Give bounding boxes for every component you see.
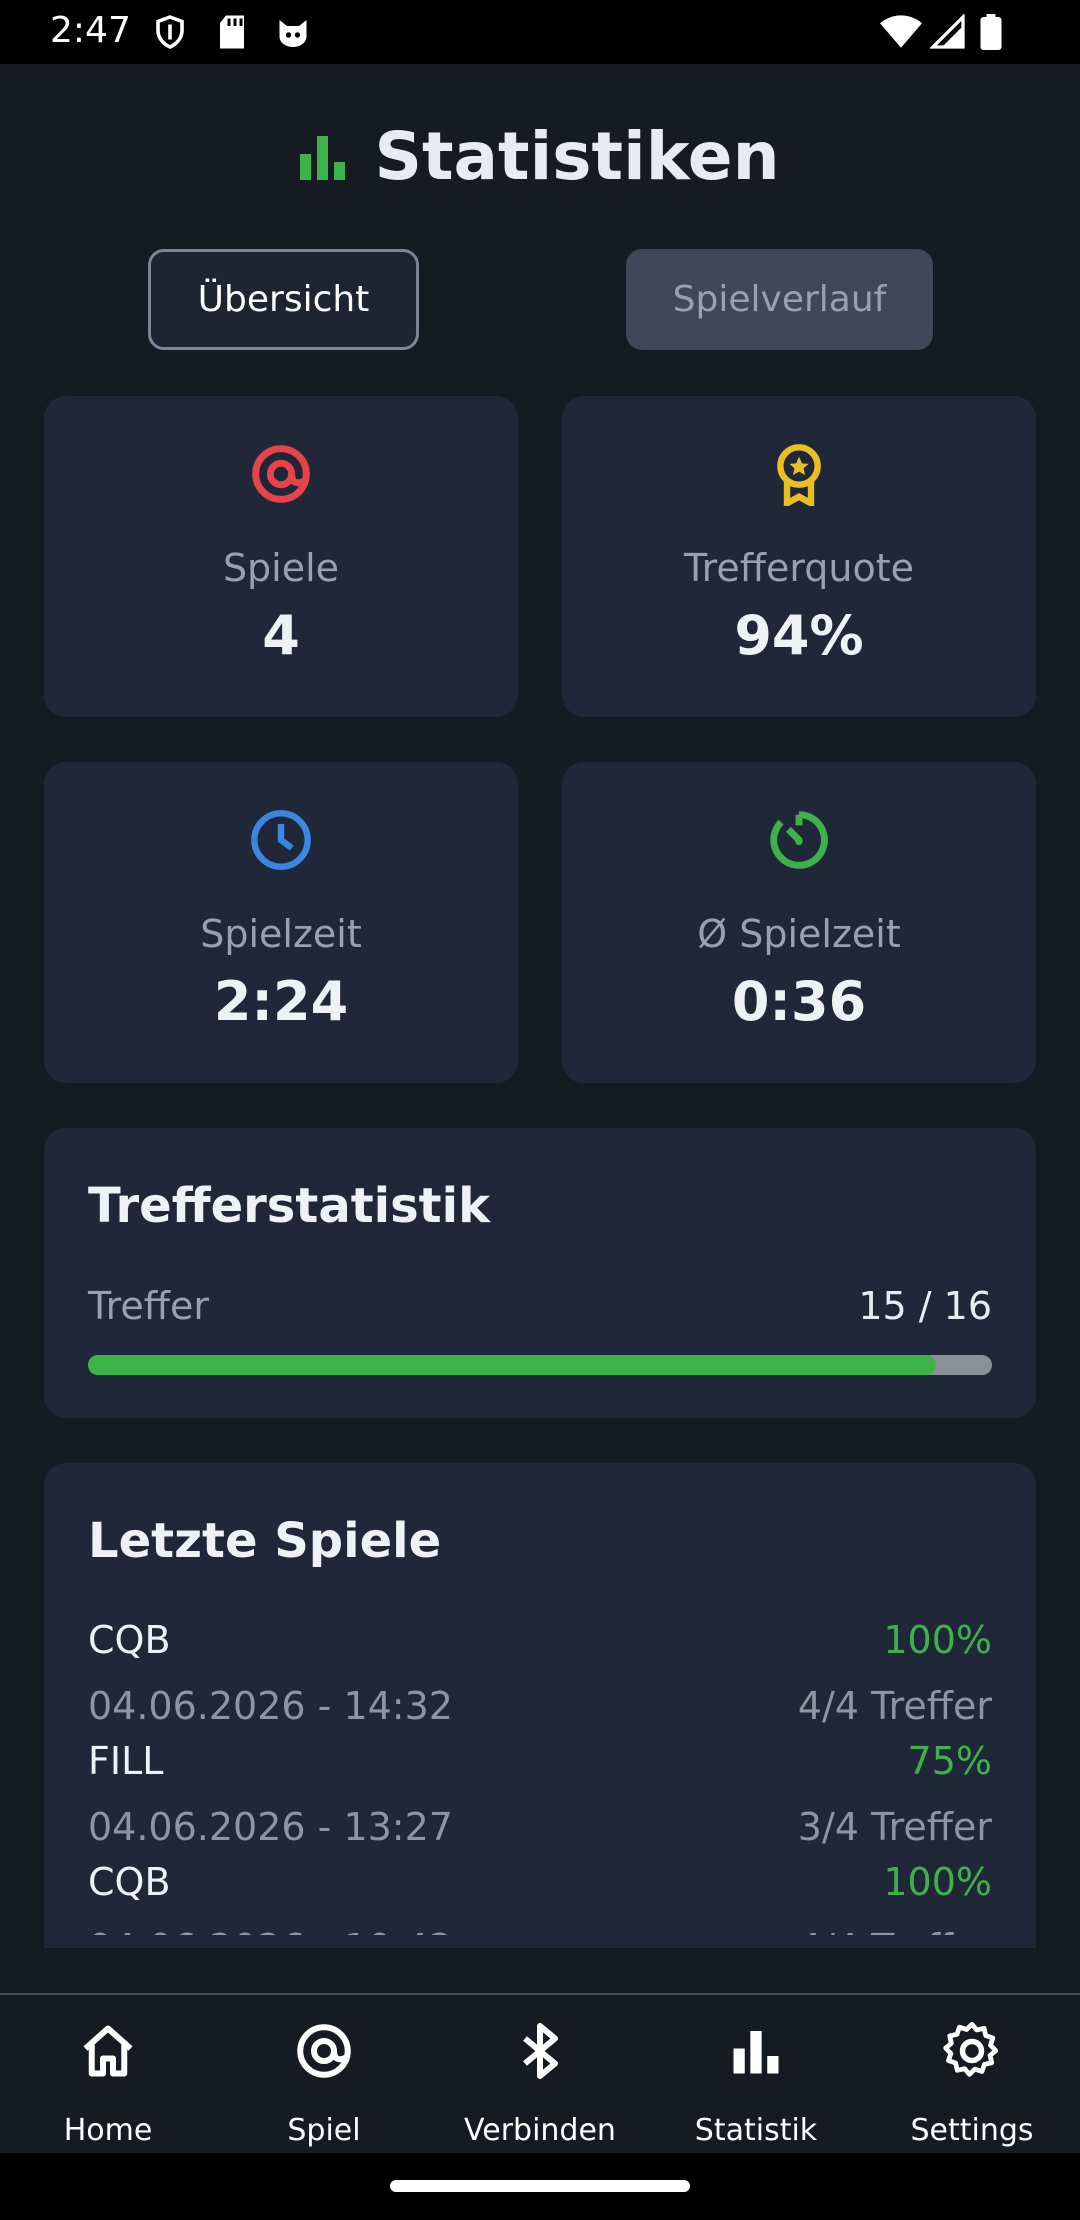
- game-mode: FILL: [88, 1739, 164, 1783]
- nav-home[interactable]: Home: [0, 1995, 216, 2155]
- cat-icon: [279, 20, 307, 47]
- nav-label: Home: [63, 2113, 153, 2148]
- nav-connect[interactable]: Verbinden: [432, 1995, 648, 2155]
- page-title: Statistiken: [374, 117, 780, 195]
- game-hit-rate: 100%: [883, 1860, 992, 1904]
- nav-settings[interactable]: Settings: [864, 1995, 1080, 2155]
- clock-icon: [251, 810, 311, 870]
- stat-label: Trefferquote: [683, 546, 915, 590]
- game-date: 04.06.2026 - 10:42: [88, 1926, 453, 1935]
- bluetooth-icon: [523, 2023, 558, 2079]
- stat-label: Ø Spielzeit: [697, 912, 901, 956]
- gear-icon: [943, 2021, 999, 2077]
- timer-icon: [770, 811, 828, 869]
- nav-game[interactable]: Spiel: [216, 1995, 432, 2155]
- target-icon: [297, 2024, 351, 2078]
- nav-label: Statistik: [694, 2113, 818, 2148]
- hit-progress-bar: [88, 1355, 992, 1375]
- tab-overview[interactable]: Übersicht: [148, 249, 419, 350]
- game-hit-rate: 100%: [883, 1618, 992, 1662]
- home-gesture-handle[interactable]: [390, 2180, 690, 2192]
- stat-value: 4: [262, 604, 300, 667]
- nav-label: Spiel: [287, 2113, 361, 2148]
- stat-value: 94%: [734, 604, 864, 667]
- page-header: Statistiken: [0, 110, 1080, 202]
- tab-game-history[interactable]: Spielverlauf: [626, 249, 933, 350]
- stat-card-playtime: Spielzeit 2:24: [44, 762, 518, 1083]
- nav-label: Verbinden: [464, 2113, 616, 2148]
- battery-icon: [980, 14, 1002, 50]
- shield-icon: [156, 15, 184, 49]
- stat-card-games: Spiele 4: [44, 396, 518, 717]
- game-mode: CQB: [88, 1860, 171, 1904]
- stat-card-hit-rate: Trefferquote 94%: [562, 396, 1036, 717]
- game-mode: CQB: [88, 1618, 171, 1662]
- stat-value: 0:36: [731, 970, 867, 1033]
- status-time: 2:47: [50, 10, 131, 51]
- recent-games-title: Letzte Spiele: [88, 1513, 442, 1569]
- status-bar: 2:47: [0, 0, 1080, 64]
- hit-stats-title: Trefferstatistik: [88, 1178, 490, 1234]
- stat-label: Spielzeit: [200, 912, 362, 956]
- bar-chart-icon: [733, 2031, 779, 2074]
- game-date: 04.06.2026 - 13:27: [88, 1805, 453, 1849]
- gesture-area: [0, 2153, 1080, 2220]
- stat-card-avg-playtime: Ø Spielzeit 0:36: [562, 762, 1036, 1083]
- hit-stats-card: Trefferstatistik Treffer 15 / 16: [44, 1128, 1036, 1418]
- list-item[interactable]: FILL 75% 04.06.2026 - 13:27 3/4 Treffer: [88, 1739, 992, 1860]
- bottom-nav: Home Spiel Verbinden Statistik Settings: [0, 1993, 1080, 2153]
- award-icon: [777, 444, 821, 506]
- hit-count: 15 / 16: [858, 1284, 992, 1328]
- home-icon: [83, 2025, 133, 2077]
- game-hits: 4/4 Treffer: [798, 1926, 992, 1935]
- game-hit-rate: 75%: [907, 1739, 992, 1783]
- stat-label: Spiele: [222, 546, 340, 590]
- nav-label: Settings: [910, 2113, 1034, 2148]
- target-icon: [252, 445, 310, 503]
- game-date: 04.06.2026 - 14:32: [88, 1684, 453, 1728]
- list-item[interactable]: CQB 100% 04.06.2026 - 14:32 4/4 Treffer: [88, 1618, 992, 1739]
- hit-label: Treffer: [88, 1284, 209, 1328]
- wifi-icon: [880, 15, 922, 48]
- game-hits: 3/4 Treffer: [797, 1805, 992, 1849]
- signal-icon: [930, 14, 965, 49]
- game-hits: 4/4 Treffer: [797, 1684, 992, 1728]
- list-item[interactable]: CQB 100% 04.06.2026 - 10:42 4/4 Treffer: [88, 1860, 992, 1935]
- screen: 2:47 Statistiken Übersicht Spielverlauf …: [0, 0, 1080, 2220]
- nav-statistics[interactable]: Statistik: [648, 1995, 864, 2155]
- hit-progress-fill: [88, 1355, 936, 1375]
- bar-chart-icon: [300, 136, 346, 180]
- sd-card-icon: [220, 15, 244, 49]
- stat-value: 2:24: [213, 970, 349, 1033]
- recent-games-card: Letzte Spiele CQB 100% 04.06.2026 - 14:3…: [44, 1463, 1036, 1948]
- recent-games-list[interactable]: CQB 100% 04.06.2026 - 14:32 4/4 Treffer …: [88, 1618, 992, 1935]
